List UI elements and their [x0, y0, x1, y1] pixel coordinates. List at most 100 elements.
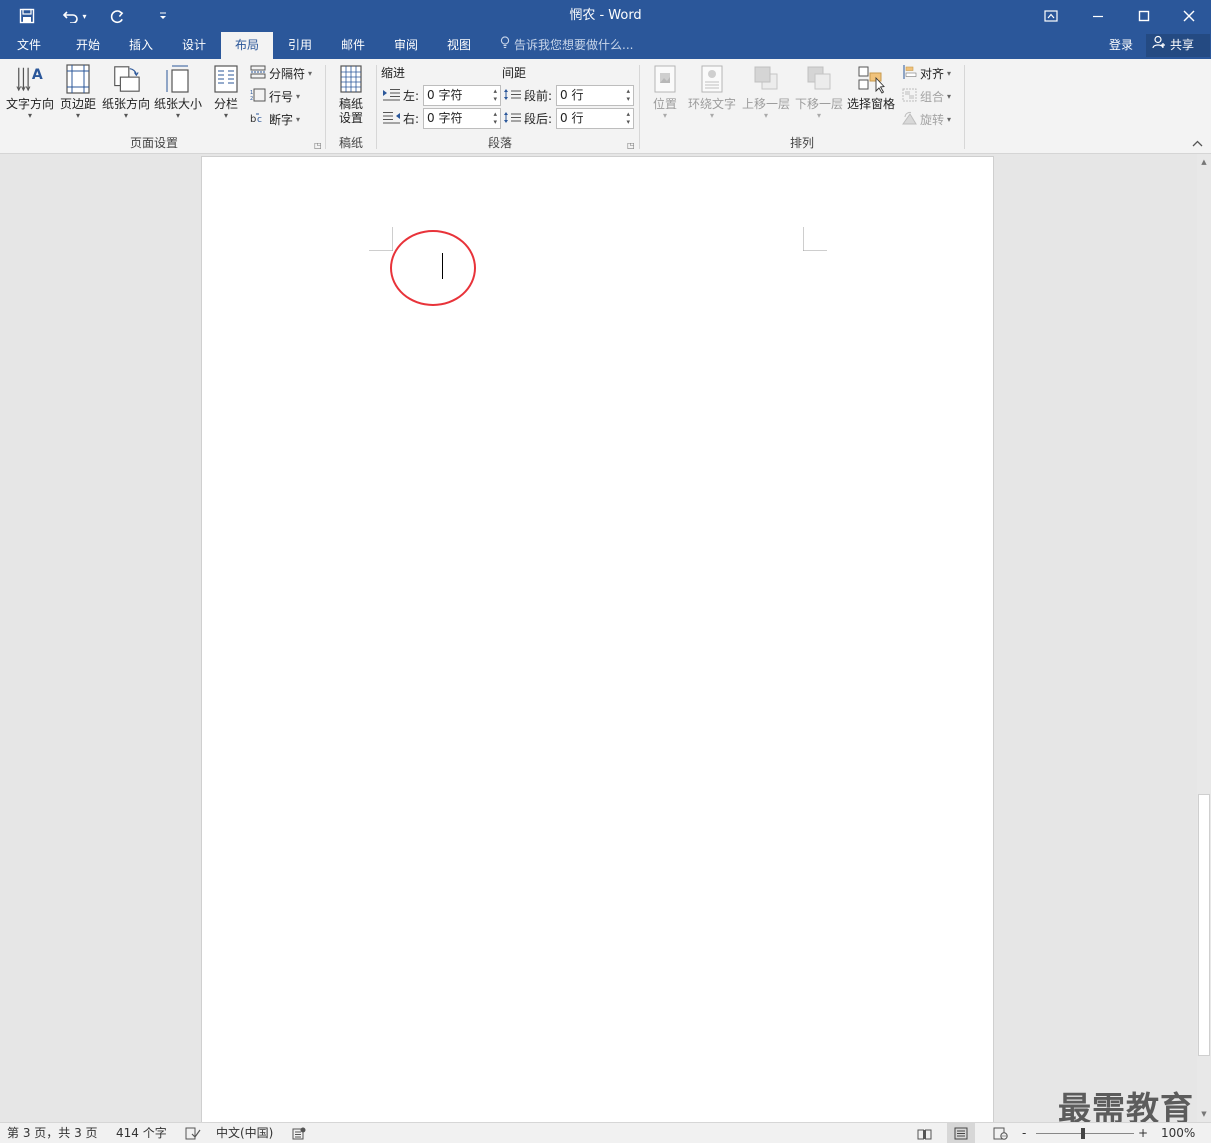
document-area — [0, 154, 1197, 1131]
tab-view[interactable]: 视图 — [433, 32, 485, 59]
scroll-down-icon[interactable]: ▼ — [1197, 1108, 1211, 1120]
spacing-after-label: 段后: — [504, 110, 552, 127]
bring-forward-button[interactable]: 上移一层 ▾ — [740, 63, 792, 120]
scroll-up-icon[interactable]: ▲ — [1197, 156, 1211, 168]
dropdown-caret-icon: ▾ — [27, 111, 32, 120]
margins-icon — [63, 63, 93, 95]
dropdown-caret-icon: ▾ — [223, 111, 228, 120]
web-layout-icon[interactable] — [986, 1123, 1014, 1143]
spacing-before-input[interactable]: 0 行 ▴ ▾ — [556, 85, 634, 106]
spacing-after-input[interactable]: 0 行 ▴ ▾ — [556, 108, 634, 129]
tell-me-search[interactable]: 告诉我您想要做什么... — [500, 32, 633, 59]
selection-pane-button[interactable]: 选择窗格 — [846, 63, 896, 111]
rotate-icon — [902, 111, 917, 128]
columns-icon — [211, 63, 241, 95]
text-direction-button[interactable]: A 文字方向 ▾ — [4, 63, 56, 120]
wrap-text-button[interactable]: 环绕文字 ▾ — [686, 63, 738, 120]
page-info[interactable]: 第 3 页，共 3 页 — [7, 1123, 98, 1143]
columns-button[interactable]: 分栏 ▾ — [210, 63, 242, 120]
group-divider — [964, 65, 965, 149]
indent-right-label: 右: — [383, 110, 419, 127]
bring-forward-label: 上移一层 — [741, 97, 790, 111]
page-setup-group-label: 页面设置 — [129, 136, 178, 150]
group-divider — [325, 65, 326, 149]
paragraph-launcher-icon[interactable]: ◳ — [627, 141, 635, 150]
macro-record-icon[interactable] — [292, 1123, 306, 1143]
page-setup-launcher-icon[interactable]: ◳ — [314, 141, 322, 150]
orientation-button[interactable]: 纸张方向 ▾ — [101, 63, 151, 120]
zoom-in-button[interactable]: + — [1138, 1123, 1148, 1143]
send-backward-label: 下移一层 — [794, 97, 843, 111]
text-direction-icon: A — [15, 63, 45, 95]
scroll-thumb[interactable] — [1198, 794, 1210, 1056]
zoom-slider-track[interactable] — [1036, 1133, 1134, 1134]
spinner-arrows-icon[interactable]: ▴ ▾ — [493, 87, 497, 103]
wrap-text-icon — [697, 63, 727, 95]
selection-pane-label: 选择窗格 — [846, 97, 895, 111]
maximize-icon[interactable] — [1121, 0, 1167, 32]
send-backward-button[interactable]: 下移一层 ▾ — [793, 63, 845, 120]
document-page[interactable] — [201, 156, 994, 1131]
tab-file[interactable]: 文件 — [4, 32, 54, 59]
indent-right-input[interactable]: 0 字符 ▴ ▾ — [423, 108, 501, 129]
margins-button[interactable]: 页边距 ▾ — [58, 63, 98, 120]
spinner-arrows-icon[interactable]: ▴ ▾ — [626, 110, 630, 126]
share-button[interactable]: 共享 — [1146, 34, 1210, 57]
indent-left-input[interactable]: 0 字符 ▴ ▾ — [423, 85, 501, 106]
ribbon-display-icon[interactable] — [1028, 0, 1074, 32]
paper-size-icon — [163, 63, 193, 95]
position-button[interactable]: 位置 ▾ — [648, 63, 682, 120]
indent-heading: 缩进 — [381, 66, 406, 80]
hyphenation-button[interactable]: bc 断字 ▾ — [250, 109, 300, 129]
size-label: 纸张大小 — [153, 97, 202, 111]
tab-references[interactable]: 引用 — [274, 32, 326, 59]
print-layout-icon[interactable] — [947, 1123, 975, 1143]
read-mode-icon[interactable] — [910, 1123, 938, 1143]
group-objects-button[interactable]: 组合 ▾ — [902, 86, 951, 106]
group-objects-label: 组合 — [920, 89, 945, 104]
orientation-icon — [111, 63, 141, 95]
indent-right-icon — [383, 111, 400, 127]
size-button[interactable]: 纸张大小 ▾ — [153, 63, 203, 120]
rotate-button[interactable]: 旋转 ▾ — [902, 109, 951, 129]
login-link[interactable]: 登录 — [1109, 32, 1133, 59]
tab-insert[interactable]: 插入 — [115, 32, 167, 59]
spacing-before-value: 0 行 — [560, 88, 584, 102]
rotate-label: 旋转 — [920, 112, 945, 127]
arrange-group-label: 排列 — [789, 136, 814, 150]
tab-review[interactable]: 审阅 — [380, 32, 432, 59]
tab-layout[interactable]: 布局 — [221, 32, 273, 59]
proofing-icon[interactable] — [185, 1123, 201, 1143]
line-numbers-button[interactable]: 12 行号 ▾ — [250, 86, 300, 106]
wrap-text-label: 环绕文字 — [687, 97, 736, 111]
zoom-slider-thumb[interactable] — [1081, 1128, 1085, 1139]
spacing-before-icon — [504, 88, 521, 104]
person-icon — [1152, 34, 1166, 57]
close-icon[interactable] — [1166, 0, 1211, 32]
spacing-heading: 间距 — [502, 66, 527, 80]
manuscript-settings-button[interactable]: 稿纸 设置 — [333, 63, 369, 125]
tab-design[interactable]: 设计 — [168, 32, 220, 59]
tab-mailings[interactable]: 邮件 — [327, 32, 379, 59]
zoom-out-button[interactable]: - — [1022, 1123, 1026, 1143]
tab-home[interactable]: 开始 — [62, 32, 114, 59]
line-numbers-label: 行号 — [269, 89, 294, 104]
top-left-margin-marker — [369, 227, 393, 251]
spinner-arrows-icon[interactable]: ▴ ▾ — [626, 87, 630, 103]
spacing-after-value: 0 行 — [560, 111, 584, 125]
breaks-button[interactable]: 分隔符 ▾ — [250, 63, 312, 83]
zoom-level[interactable]: 100% — [1161, 1123, 1195, 1143]
vertical-scrollbar[interactable]: ▲ ▼ — [1197, 154, 1211, 1122]
align-icon — [902, 64, 917, 82]
spacing-after-text: 段后: — [524, 112, 553, 126]
position-label: 位置 — [652, 97, 677, 111]
dropdown-caret-icon: ▾ — [662, 111, 667, 120]
spinner-arrows-icon[interactable]: ▴ ▾ — [493, 110, 497, 126]
collapse-ribbon-icon[interactable] — [1192, 137, 1203, 151]
manuscript-group-label: 稿纸 — [338, 136, 363, 150]
minimize-icon[interactable] — [1075, 0, 1121, 32]
columns-label: 分栏 — [213, 97, 238, 111]
language[interactable]: 中文(中国) — [216, 1123, 273, 1143]
word-count[interactable]: 414 个字 — [116, 1123, 167, 1143]
align-button[interactable]: 对齐 ▾ — [902, 63, 951, 83]
